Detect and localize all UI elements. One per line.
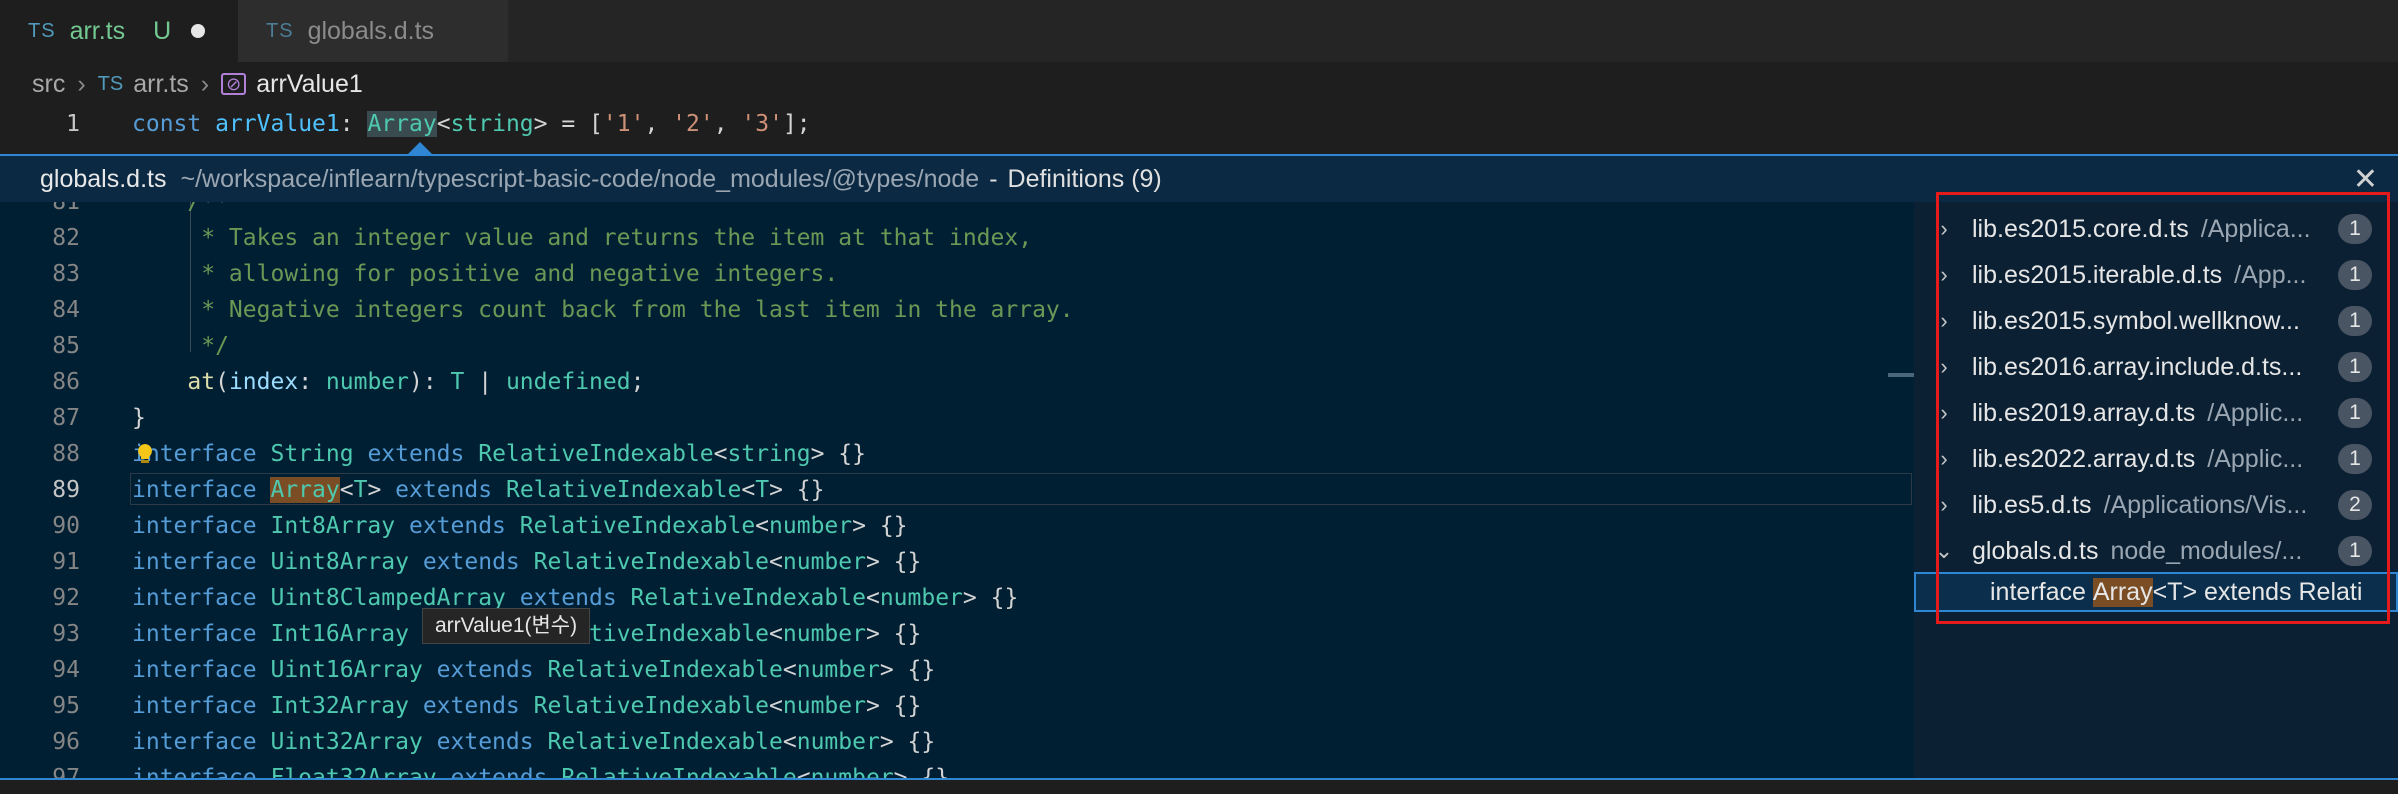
reference-file-row[interactable]: › lib.es2015.iterable.d.ts/App... 1 xyxy=(1914,253,2398,297)
hover-tooltip: arrValue1(변수) xyxy=(422,608,591,644)
editor-area-below xyxy=(0,780,2398,794)
tab-globals-d-ts[interactable]: TS globals.d.ts xyxy=(238,0,508,62)
peek-header: globals.d.ts ~/workspace/inflearn/typesc… xyxy=(0,154,2398,202)
code-text: interface Uint32Array extends RelativeIn… xyxy=(132,729,936,755)
line-number: 1 xyxy=(66,111,80,137)
variable-symbol-icon: ⊘ xyxy=(221,73,247,95)
tab-arr-ts[interactable]: TS arr.ts U xyxy=(0,0,238,62)
reference-count-badge: 1 xyxy=(2338,306,2372,336)
highlighted-symbol: Array xyxy=(367,111,437,137)
typescript-file-icon: TS xyxy=(97,72,124,95)
code-line[interactable]: 84 * Negative integers count back from t… xyxy=(0,292,1914,328)
reference-file-row[interactable]: › lib.es2022.array.d.ts/Applic... 1 xyxy=(1914,437,2398,481)
code-line[interactable]: 88 interface String extends RelativeInde… xyxy=(0,436,1914,472)
reference-match-row[interactable]: interface Array <T> extends Relati xyxy=(1914,572,2398,612)
untracked-status-badge: U xyxy=(153,16,172,45)
reference-count-badge: 1 xyxy=(2338,352,2372,382)
code-line[interactable]: 83 * allowing for positive and negative … xyxy=(0,256,1914,292)
reference-count-badge: 1 xyxy=(2338,398,2372,428)
tab-label: arr.ts xyxy=(69,16,126,45)
code-line[interactable]: 85 */ xyxy=(0,328,1914,364)
code-text: interface Uint16Array extends RelativeIn… xyxy=(132,657,936,683)
reference-count-badge: 1 xyxy=(2338,214,2372,244)
code-line[interactable]: 87 } xyxy=(0,400,1914,436)
code-line[interactable]: 96 interface Uint32Array extends Relativ… xyxy=(0,724,1914,760)
code-line[interactable]: 92 interface Uint8ClampedArray extends R… xyxy=(0,580,1914,616)
code-text: interface Float32Array extends RelativeI… xyxy=(132,765,950,778)
peek-reference-list: › lib.es2015.core.d.ts/Applica... 1 › li… xyxy=(1914,202,2398,778)
code-text: at(index: number): T | undefined; xyxy=(187,369,645,395)
chevron-right-icon[interactable]: › xyxy=(1914,492,1954,518)
code-line-current[interactable]: 89 interface Array<T> extends RelativeIn… xyxy=(0,472,1914,508)
close-icon[interactable]: ✕ xyxy=(2353,162,2378,197)
peek-separator: - xyxy=(989,164,998,193)
peek-pointer-icon xyxy=(408,142,432,154)
chevron-right-icon[interactable]: › xyxy=(1914,400,1954,426)
code-line[interactable]: 91 interface Uint8Array extends Relative… xyxy=(0,544,1914,580)
code-line[interactable]: 97 interface Float32Array extends Relati… xyxy=(0,760,1914,778)
chevron-right-icon[interactable]: › xyxy=(1914,354,1954,380)
code-text[interactable]: const arrValue1: Array<string> = ['1', '… xyxy=(132,111,811,137)
code-text: interface Int8Array extends RelativeInde… xyxy=(132,513,908,539)
code-line[interactable]: 94 interface Uint16Array extends Relativ… xyxy=(0,652,1914,688)
reference-file-row[interactable]: › lib.es2019.array.d.ts/Applic... 1 xyxy=(1914,391,2398,435)
chevron-right-icon: › xyxy=(77,69,86,98)
code-line[interactable]: 86 at(index: number): T | undefined; xyxy=(0,364,1914,400)
overview-ruler-mark xyxy=(1888,373,1914,377)
peek-code-view[interactable]: 81 /** 82 * Takes an integer value and r… xyxy=(0,202,1914,778)
peek-title: Definitions (9) xyxy=(1007,164,1162,193)
unsaved-dot-icon[interactable] xyxy=(191,24,206,38)
peek-file-name[interactable]: globals.d.ts xyxy=(40,165,166,194)
reference-file-row-expanded[interactable]: ⌄ globals.d.ts node_modules/... 1 xyxy=(1914,529,2398,573)
match-highlight: Array xyxy=(2092,577,2153,607)
breadcrumb-symbol[interactable]: arrValue1 xyxy=(256,70,363,99)
code-line[interactable]: 81 /** xyxy=(0,202,1914,220)
reference-file-row[interactable]: › lib.es5.d.ts/Applications/Vis... 2 xyxy=(1914,483,2398,527)
chevron-right-icon[interactable]: › xyxy=(1914,308,1954,334)
chevron-right-icon[interactable]: › xyxy=(1914,262,1954,288)
code-line[interactable]: 93 interface Int16Array extends Relative… xyxy=(0,616,1914,652)
code-text: interface String extends RelativeIndexab… xyxy=(132,441,866,467)
breadcrumb-file[interactable]: arr.ts xyxy=(133,70,189,99)
peek-file-path: ~/workspace/inflearn/typescript-basic-co… xyxy=(180,164,980,193)
chevron-right-icon[interactable]: › xyxy=(1914,446,1954,472)
lightbulb-icon[interactable] xyxy=(136,443,154,465)
chevron-right-icon: › xyxy=(200,69,210,98)
reference-count-badge: 1 xyxy=(2338,444,2372,474)
code-line[interactable]: 82 * Takes an integer value and returns … xyxy=(0,220,1914,256)
reference-count-badge: 2 xyxy=(2338,490,2372,520)
breadcrumb: src › TS arr.ts › ⊘ arrValue1 xyxy=(0,62,2398,106)
code-text: interface Int32Array extends RelativeInd… xyxy=(132,693,922,719)
tab-label: globals.d.ts xyxy=(307,16,435,45)
reference-file-row[interactable]: › lib.es2015.core.d.ts/Applica... 1 xyxy=(1914,207,2398,251)
tab-bar: TS arr.ts U TS globals.d.ts xyxy=(0,0,2398,62)
reference-file-row[interactable]: › lib.es2015.symbol.wellknow... 1 xyxy=(1914,299,2398,343)
code-text: interface Array<T> extends RelativeIndex… xyxy=(132,477,825,503)
editor-line[interactable]: 1 const arrValue1: Array<string> = ['1',… xyxy=(0,106,2398,142)
reference-count-badge: 1 xyxy=(2338,536,2372,566)
reference-file-row[interactable]: › lib.es2016.array.include.d.ts... 1 xyxy=(1914,345,2398,389)
breadcrumb-folder[interactable]: src xyxy=(32,70,65,99)
code-line[interactable]: 95 interface Int32Array extends Relative… xyxy=(0,688,1914,724)
typescript-file-icon: TS xyxy=(28,19,56,42)
code-text: interface Uint8Array extends RelativeInd… xyxy=(132,549,922,575)
chevron-right-icon[interactable]: › xyxy=(1914,216,1954,242)
reference-count-badge: 1 xyxy=(2338,260,2372,290)
typescript-file-icon: TS xyxy=(266,19,294,42)
chevron-down-icon[interactable]: ⌄ xyxy=(1914,538,1954,564)
code-line[interactable]: 90 interface Int8Array extends RelativeI… xyxy=(0,508,1914,544)
